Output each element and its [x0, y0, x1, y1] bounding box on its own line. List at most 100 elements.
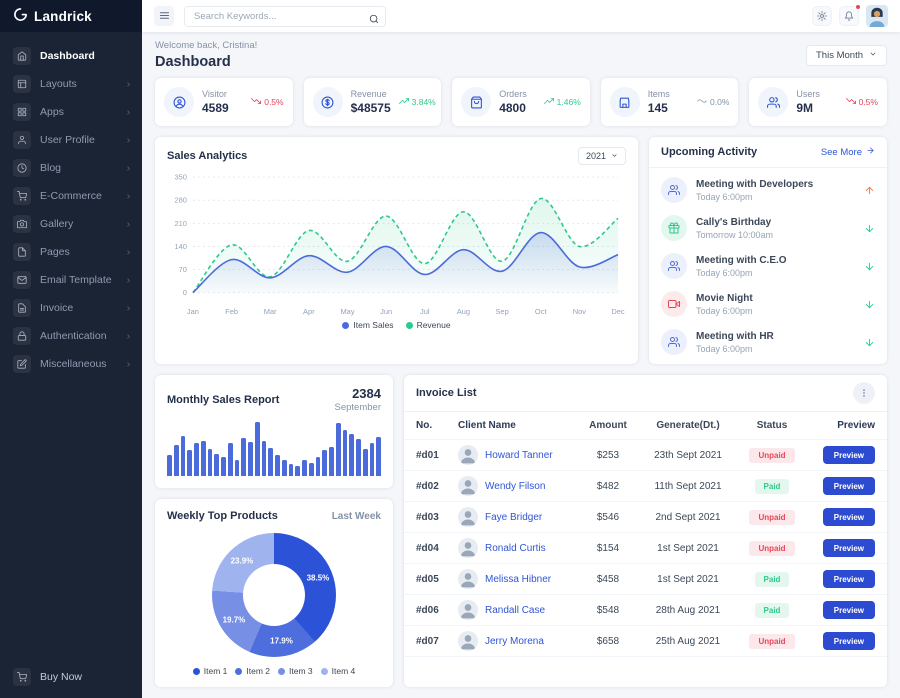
buy-now-button[interactable]: Buy Now	[0, 662, 142, 692]
stat-label: Visitor	[202, 89, 229, 99]
client-name-link[interactable]: Ronald Curtis	[485, 543, 546, 554]
preview-button[interactable]: Preview	[823, 632, 875, 650]
topbar-actions	[812, 5, 888, 27]
sidebar-item-label: Gallery	[40, 218, 73, 230]
page-title: Dashboard	[155, 54, 257, 70]
client-name-link[interactable]: Howard Tanner	[485, 450, 553, 461]
activity-item[interactable]: Cally's Birthday Tomorrow 10:00am	[661, 209, 875, 247]
chevron-right-icon	[125, 109, 132, 116]
sidebar-item[interactable]: Dashboard	[0, 42, 142, 70]
sidebar-item[interactable]: Pages	[0, 238, 142, 266]
invoice-menu-button[interactable]	[853, 382, 875, 404]
svg-text:Mar: Mar	[264, 307, 277, 316]
invoice-number: #d04	[416, 543, 458, 554]
svg-text:210: 210	[174, 219, 186, 228]
client-avatar	[458, 569, 478, 589]
sidebar-item[interactable]: Invoice	[0, 294, 142, 322]
sidebar-item[interactable]: Layouts	[0, 70, 142, 98]
hamburger-menu-button[interactable]	[154, 6, 174, 26]
sales-bar	[187, 450, 192, 476]
file-text-icon	[13, 299, 31, 317]
stat-label: Users	[796, 89, 820, 99]
invoice-date: 25th Aug 2021	[637, 636, 739, 647]
users-icon	[661, 177, 687, 203]
table-row: #d02 Wendy Filson $482 11th Sept 2021 Pa…	[404, 471, 887, 502]
sales-bar	[329, 447, 334, 476]
client-name-link[interactable]: Wendy Filson	[485, 481, 545, 492]
brand-logo[interactable]: Landrick	[0, 0, 142, 32]
see-more-link[interactable]: See More	[821, 146, 875, 158]
trend-down-icon	[251, 96, 261, 108]
sales-bar	[248, 442, 253, 476]
status-badge: Paid	[755, 603, 790, 618]
chevron-right-icon	[125, 361, 132, 368]
activity-item[interactable]: Meeting with HR Today 6:00pm	[661, 323, 875, 361]
svg-text:Apr: Apr	[303, 307, 315, 316]
year-dropdown[interactable]: 2021	[578, 147, 626, 165]
table-row: #d03 Faye Bridger $546 2nd Sept 2021 Unp…	[404, 502, 887, 533]
donut-label: 23.9%	[231, 556, 254, 565]
sidebar-item-label: Layouts	[40, 78, 77, 90]
sales-bar	[295, 466, 300, 476]
activity-item[interactable]: Movie Night Today 6:00pm	[661, 285, 875, 323]
notification-dot	[855, 4, 861, 10]
sidebar-item[interactable]: Apps	[0, 98, 142, 126]
stat-label: Items	[648, 89, 670, 99]
invoice-date: 11th Sept 2021	[637, 481, 739, 492]
welcome-text: Welcome back, Cristina!	[155, 40, 257, 51]
invoice-list-title: Invoice List	[416, 387, 477, 399]
table-row: #d06 Randall Case $548 28th Aug 2021 Pai…	[404, 595, 887, 626]
legend-item: Item Sales	[342, 320, 393, 330]
chevron-down-icon	[611, 151, 618, 161]
sidebar-item[interactable]: Gallery	[0, 210, 142, 238]
left-column: Monthly Sales Report 2384 September Week…	[155, 375, 393, 687]
svg-text:350: 350	[174, 173, 186, 182]
arrow-down-icon	[864, 337, 875, 348]
sidebar-item[interactable]: E-Commerce	[0, 182, 142, 210]
sidebar-item[interactable]: Email Template	[0, 266, 142, 294]
invoice-number: #d01	[416, 450, 458, 461]
sidebar-item[interactable]: User Profile	[0, 126, 142, 154]
sidebar-item[interactable]: Miscellaneous	[0, 350, 142, 378]
period-dropdown[interactable]: This Month	[806, 45, 887, 66]
sidebar-item[interactable]: Blog	[0, 154, 142, 182]
svg-text:Oct: Oct	[535, 307, 548, 316]
table-row: #d01 Howard Tanner $253 23th Sept 2021 U…	[404, 440, 887, 471]
sales-analytics-title: Sales Analytics	[167, 150, 247, 162]
svg-text:Sep: Sep	[495, 307, 508, 316]
preview-button[interactable]: Preview	[823, 477, 875, 495]
settings-button[interactable]	[812, 6, 832, 26]
preview-button[interactable]: Preview	[823, 601, 875, 619]
invoice-amount: $154	[579, 543, 637, 554]
chevron-down-icon	[869, 50, 877, 61]
sidebar-nav: Dashboard Layouts Apps User P	[0, 32, 142, 388]
column-header: Status	[739, 420, 805, 431]
activity-item[interactable]: Meeting with C.E.O Today 6:00pm	[661, 247, 875, 285]
stat-trend: 0.5%	[251, 96, 283, 108]
preview-button[interactable]: Preview	[823, 508, 875, 526]
status-badge: Unpaid	[749, 541, 794, 556]
search-input[interactable]	[184, 6, 386, 27]
brand-logo-icon	[13, 7, 28, 25]
client-name-link[interactable]: Faye Bridger	[485, 512, 542, 523]
client-avatar	[458, 476, 478, 496]
sales-bar	[268, 448, 273, 476]
notifications-button[interactable]	[839, 6, 859, 26]
stat-label: Revenue	[351, 89, 391, 99]
video-icon	[661, 291, 687, 317]
upcoming-activity-card: Upcoming Activity See More Meeti	[649, 137, 887, 364]
sidebar-item[interactable]: Authentication	[0, 322, 142, 350]
activity-item[interactable]: Meeting with Developers Today 6:00pm	[661, 171, 875, 209]
user-avatar[interactable]	[866, 5, 888, 27]
preview-button[interactable]: Preview	[823, 446, 875, 464]
preview-button[interactable]: Preview	[823, 570, 875, 588]
donut-label: 19.7%	[223, 615, 246, 624]
client-name-link[interactable]: Randall Case	[485, 605, 545, 616]
client-name-link[interactable]: Melissa Hibner	[485, 574, 551, 585]
stat-value: 4589	[202, 101, 229, 115]
bag-icon	[461, 87, 491, 117]
preview-button[interactable]: Preview	[823, 539, 875, 557]
client-name-link[interactable]: Jerry Morena	[485, 636, 544, 647]
menu-icon	[159, 9, 170, 24]
legend-item: Item 4	[321, 666, 356, 676]
